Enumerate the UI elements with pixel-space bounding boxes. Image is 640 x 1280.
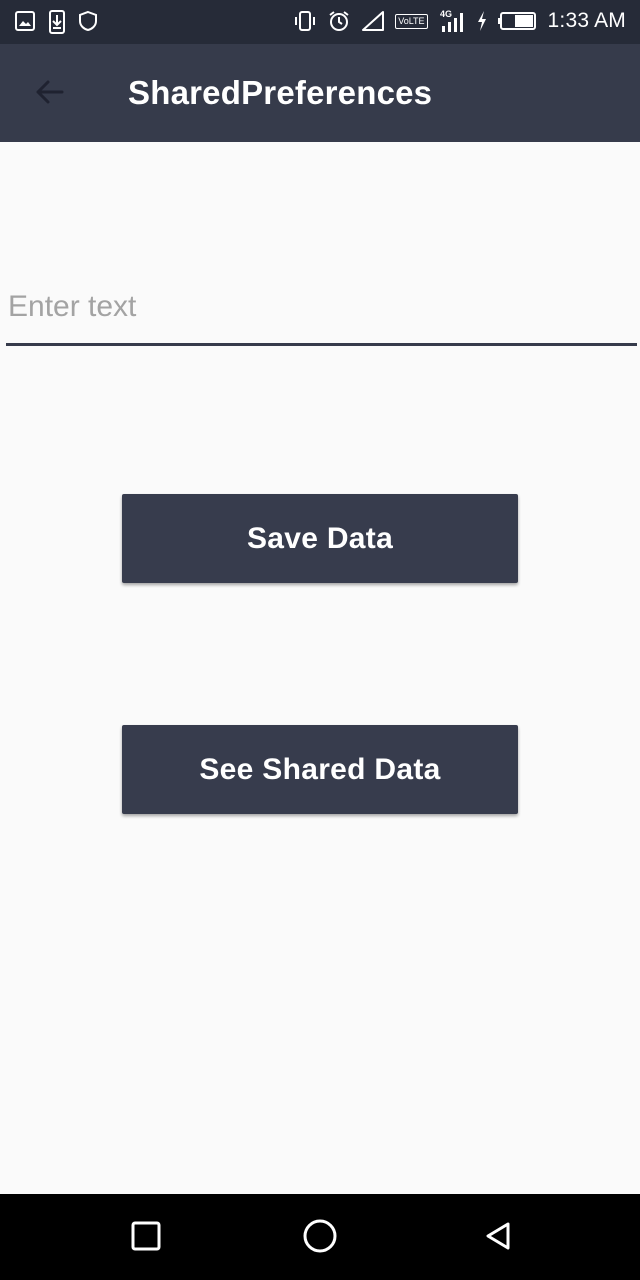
text-input[interactable] xyxy=(6,272,640,342)
app-bar: SharedPreferences xyxy=(0,44,640,142)
navigation-bar xyxy=(0,1194,640,1280)
home-button[interactable] xyxy=(296,1214,344,1262)
nav-back-button[interactable] xyxy=(474,1214,522,1262)
battery-icon xyxy=(497,10,538,32)
shield-icon xyxy=(78,10,98,34)
recents-icon xyxy=(130,1220,162,1257)
download-icon xyxy=(48,10,66,34)
status-bar: VoLTE 4G 1:33 AM xyxy=(0,0,640,44)
status-time: 1:33 AM xyxy=(547,9,626,32)
status-right-icons: VoLTE 4G 1:33 AM xyxy=(293,8,626,34)
alarm-icon xyxy=(327,9,351,33)
vibrate-icon xyxy=(293,9,317,33)
signal-empty-icon xyxy=(361,10,385,32)
text-field xyxy=(6,272,640,346)
signal-4g-icon: 4G xyxy=(438,8,466,34)
home-icon xyxy=(302,1218,338,1259)
arrow-left-icon xyxy=(34,76,66,113)
see-shared-data-button[interactable]: See Shared Data xyxy=(122,725,518,814)
gallery-icon xyxy=(14,10,36,34)
recents-button[interactable] xyxy=(122,1214,170,1262)
field-underline xyxy=(6,343,637,346)
back-icon xyxy=(482,1220,514,1257)
page-title: SharedPreferences xyxy=(128,74,433,111)
app-screen: VoLTE 4G 1:33 AM SharedPreferences Enter… xyxy=(0,0,640,1280)
volte-icon: VoLTE xyxy=(395,13,428,29)
save-data-button[interactable]: Save Data xyxy=(122,494,518,583)
network-type-label: 4G xyxy=(440,9,452,19)
status-left-icons xyxy=(14,10,98,34)
charging-icon xyxy=(476,10,488,32)
back-button[interactable] xyxy=(22,66,78,122)
